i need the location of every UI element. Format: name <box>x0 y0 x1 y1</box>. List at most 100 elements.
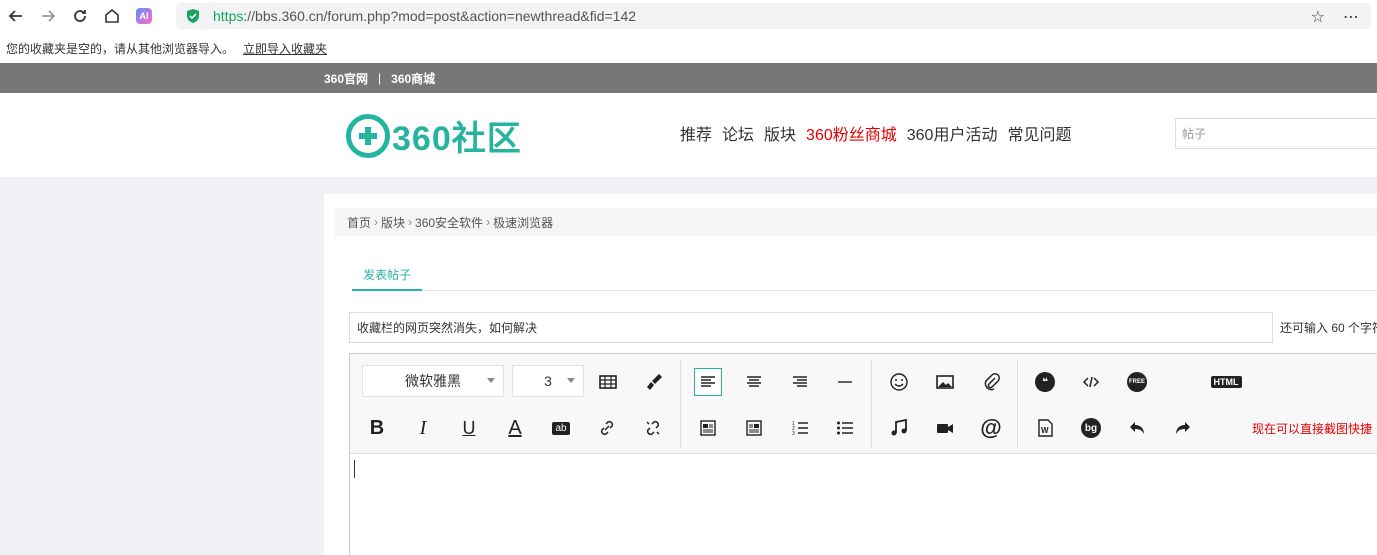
ordered-list-icon: 123 <box>792 421 808 437</box>
breadcrumb-arrow-icon: › <box>486 215 491 229</box>
site-header: 360社区 推荐 论坛 版块 360粉丝商城 360用户活动 常见问题 帖子 <box>0 93 1377 177</box>
mention-button[interactable]: @ <box>977 414 1005 442</box>
format-painter-button[interactable] <box>640 368 668 396</box>
bold-button[interactable]: B <box>363 414 391 442</box>
image-icon <box>936 375 954 389</box>
shield-check-icon <box>187 9 199 23</box>
unlink-button[interactable] <box>639 414 667 442</box>
topbar-link-360-official[interactable]: 360官网 <box>324 70 368 87</box>
import-bookmarks-link[interactable]: 立即导入收藏夹 <box>243 40 327 57</box>
at-sign-icon: @ <box>980 415 1002 440</box>
audio-button[interactable] <box>885 414 913 442</box>
topbar-link-360-mall[interactable]: 360商城 <box>391 70 435 87</box>
redo-button[interactable] <box>1169 414 1197 442</box>
font-color-button[interactable]: A <box>501 414 529 442</box>
nav-item-faq[interactable]: 常见问题 <box>1007 121 1071 145</box>
undo-icon <box>1130 422 1144 434</box>
star-icon[interactable]: ☆ <box>1311 7 1325 27</box>
bold-icon: B <box>369 416 385 439</box>
reload-button[interactable] <box>64 0 96 32</box>
nav-item-events[interactable]: 360用户活动 <box>907 121 998 145</box>
align-right-button[interactable] <box>786 368 814 396</box>
font-family-select[interactable]: 微软雅黑 <box>362 365 504 397</box>
breadcrumb-arrow-icon: › <box>374 215 379 229</box>
editor-toolbar: 微软雅黑 3 ❝ FREE HTML B I U A ab 1 2 3 @ W … <box>350 354 1377 454</box>
link-button[interactable] <box>593 414 621 442</box>
paint-brush-icon <box>647 374 662 390</box>
html-button[interactable]: HTML <box>1208 368 1244 396</box>
attachment-button[interactable] <box>977 368 1005 396</box>
float-left-button[interactable] <box>694 414 722 442</box>
text-cursor <box>354 460 355 478</box>
image-button[interactable] <box>931 368 959 396</box>
html-icon: HTML <box>1210 376 1242 388</box>
unordered-list-button[interactable] <box>831 414 859 442</box>
logo-text: 360社区 <box>392 120 522 158</box>
video-button[interactable] <box>931 414 959 442</box>
arrow-left-icon <box>8 10 22 22</box>
breadcrumb-360-security[interactable]: 360安全软件 <box>415 214 483 231</box>
bookmark-bar: 您的收藏夹是空的，请从其他浏览器导入。 立即导入收藏夹 <box>0 35 1377 61</box>
breadcrumb: 首页 › 版块 › 360安全软件 › 极速浏览器 <box>335 208 1377 236</box>
forward-button[interactable] <box>32 0 64 32</box>
emoji-button[interactable] <box>885 368 913 396</box>
align-center-icon <box>747 376 761 387</box>
breadcrumb-speed-browser[interactable]: 极速浏览器 <box>493 214 553 231</box>
toolbar-divider <box>1017 360 1018 448</box>
ai-button[interactable]: AI <box>128 0 160 32</box>
float-right-button[interactable] <box>740 414 768 442</box>
site-logo[interactable]: 360社区 <box>346 111 522 160</box>
align-center-button[interactable] <box>740 368 768 396</box>
redo-icon <box>1176 422 1190 434</box>
background-color-button[interactable]: ab <box>547 414 575 442</box>
search-input[interactable]: 帖子 <box>1175 118 1377 149</box>
quote-icon: ❝ <box>1035 372 1055 392</box>
home-button[interactable] <box>96 0 128 32</box>
video-camera-icon <box>937 424 953 433</box>
horizontal-rule-button[interactable] <box>831 368 859 396</box>
font-family-value: 微软雅黑 <box>405 373 461 389</box>
font-size-value: 3 <box>544 373 552 389</box>
more-icon[interactable]: ⋯ <box>1343 7 1359 27</box>
nav-item-forum[interactable]: 论坛 <box>722 121 754 145</box>
background-image-button[interactable]: bg <box>1077 414 1105 442</box>
svg-text:3: 3 <box>792 431 795 437</box>
table-button[interactable] <box>594 368 622 396</box>
home-icon <box>105 8 119 23</box>
paste-screenshot-hint: 现在可以直接截图快捷 <box>1252 422 1373 436</box>
main-nav: 推荐 论坛 版块 360粉丝商城 360用户活动 常见问题 <box>680 121 1071 145</box>
highlight-icon: ab <box>552 421 570 435</box>
tab-new-post[interactable]: 发表帖子 <box>352 262 422 291</box>
quote-button[interactable]: ❝ <box>1031 368 1059 396</box>
align-right-icon <box>793 376 807 387</box>
ordered-list-button[interactable]: 123 <box>786 414 814 442</box>
address-bar[interactable]: https://bbs.360.cn/forum.php?mod=post&ac… <box>176 3 1371 29</box>
table-icon <box>599 375 617 389</box>
nav-item-recommend[interactable]: 推荐 <box>680 121 712 145</box>
word-document-icon: W <box>1038 419 1053 437</box>
unlink-icon <box>646 420 660 436</box>
nav-item-fan-mall[interactable]: 360粉丝商城 <box>806 121 897 145</box>
word-import-button[interactable]: W <box>1031 414 1059 442</box>
chevron-down-icon <box>487 378 495 383</box>
back-button[interactable] <box>0 0 32 32</box>
nav-item-sections[interactable]: 版块 <box>764 121 796 145</box>
breadcrumb-arrow-icon: › <box>408 215 413 229</box>
url-scheme: https <box>213 8 244 24</box>
breadcrumb-home[interactable]: 首页 <box>347 214 371 231</box>
horizontal-rule-icon <box>838 381 852 383</box>
undo-button[interactable] <box>1123 414 1151 442</box>
free-button[interactable]: FREE <box>1123 368 1151 396</box>
italic-button[interactable]: I <box>409 414 437 442</box>
code-button[interactable] <box>1077 368 1105 396</box>
underline-button[interactable]: U <box>455 414 483 442</box>
font-size-select[interactable]: 3 <box>512 365 584 397</box>
align-left-button[interactable] <box>694 368 722 396</box>
breadcrumb-sections[interactable]: 版块 <box>381 214 405 231</box>
float-right-icon <box>746 420 762 436</box>
free-badge-icon: FREE <box>1127 372 1147 392</box>
post-title-input[interactable]: 收藏栏的网页突然消失，如何解决 <box>349 312 1273 343</box>
underline-icon: U <box>462 417 476 438</box>
topbar-separator: | <box>378 71 382 85</box>
editor-content-area[interactable] <box>350 454 1377 555</box>
